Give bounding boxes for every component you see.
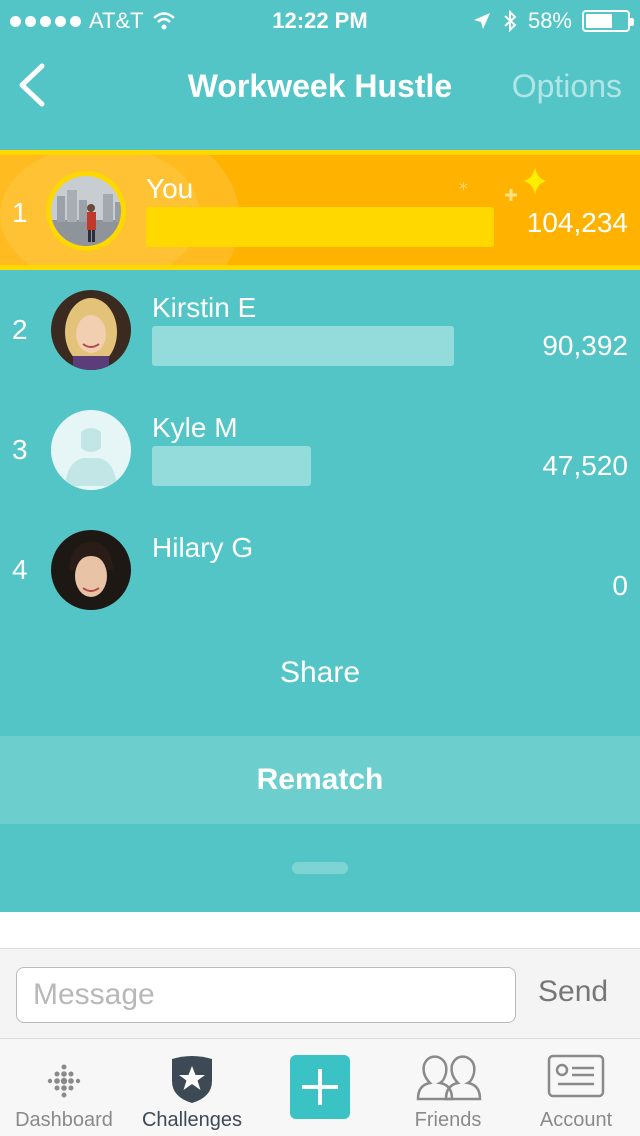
- tab-label: Dashboard: [15, 1109, 113, 1131]
- step-count: 104,234: [526, 207, 628, 238]
- tab-dashboard[interactable]: Dashboard: [0, 1039, 128, 1136]
- message-input[interactable]: [16, 967, 516, 1023]
- share-button[interactable]: Share: [0, 656, 640, 690]
- tab-label: Friends: [414, 1109, 482, 1131]
- progress-bar: [152, 326, 454, 366]
- progress-bar: [152, 446, 311, 486]
- badge-star-icon: [172, 1056, 212, 1103]
- leaderboard-row[interactable]: 3 Kyle M 47,520: [0, 390, 640, 510]
- step-count: 47,520: [542, 450, 628, 481]
- battery-icon: [582, 10, 634, 32]
- nav-bar: Workweek Hustle Options: [0, 40, 640, 136]
- rematch-button[interactable]: Rematch: [0, 736, 640, 824]
- step-count: 90,392: [542, 330, 628, 361]
- id-card-icon: [547, 1054, 605, 1098]
- participant-name: Hilary G: [152, 532, 254, 563]
- participant-name: Kirstin E: [152, 292, 257, 323]
- fitbit-dots-icon: [47, 1064, 81, 1098]
- leaderboard-row[interactable]: 4 Hilary G 0: [0, 510, 640, 630]
- send-button[interactable]: Send: [538, 975, 608, 1009]
- tab-label: Challenges: [141, 1109, 243, 1131]
- message-composer: Send: [0, 948, 640, 1038]
- tab-label: Account: [539, 1109, 613, 1131]
- bluetooth-icon: [504, 9, 517, 33]
- tab-friends[interactable]: Friends: [384, 1039, 512, 1136]
- step-count: 0: [612, 570, 628, 601]
- tab-bar: Dashboard Challenges Friends Account: [0, 1038, 640, 1136]
- rank-number: 4: [12, 554, 28, 585]
- progress-bar: [146, 207, 494, 247]
- participant-name: You: [146, 173, 194, 204]
- add-button[interactable]: [290, 1055, 350, 1119]
- friends-icon: [416, 1055, 482, 1101]
- svg-text:*: *: [459, 179, 468, 200]
- battery-percent: 58%: [527, 8, 572, 33]
- avatar: [51, 530, 131, 610]
- status-bar: AT&T 12:22 PM 58%: [0, 0, 640, 40]
- options-button[interactable]: Options: [512, 68, 622, 105]
- default-user-icon: [51, 410, 131, 490]
- avatar: [46, 171, 126, 251]
- participant-name: Kyle M: [152, 412, 238, 443]
- drag-handle[interactable]: [292, 862, 348, 874]
- rank-number: 3: [12, 434, 28, 465]
- avatar: [51, 290, 131, 370]
- plus-icon: [302, 1069, 338, 1105]
- avatar: [51, 410, 131, 490]
- leaderboard-row-you[interactable]: 1 You * 104,234: [0, 150, 640, 270]
- rank-number: 1: [12, 197, 28, 228]
- location-arrow-icon: [473, 13, 490, 29]
- tab-challenges[interactable]: Challenges: [128, 1039, 256, 1136]
- leaderboard-row[interactable]: 2 Kirstin E 90,392: [0, 270, 640, 390]
- rank-number: 2: [12, 314, 28, 345]
- tab-account[interactable]: Account: [512, 1039, 640, 1136]
